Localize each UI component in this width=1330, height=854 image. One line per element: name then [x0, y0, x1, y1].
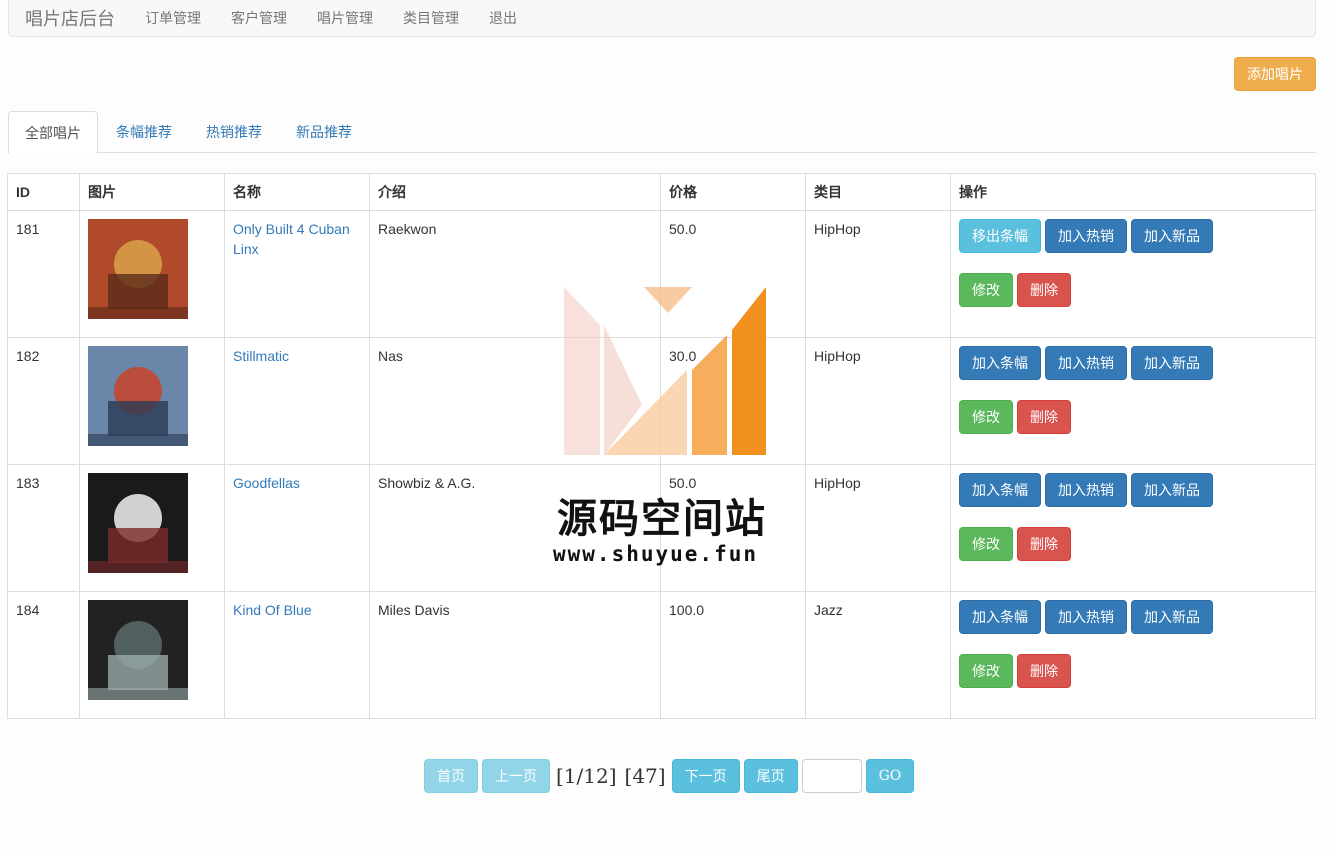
add-hot-button[interactable]: 加入热销 — [1045, 346, 1127, 380]
cell-name: Only Built 4 Cuban Linx — [224, 210, 370, 338]
first-page-button[interactable]: 首页 — [424, 759, 478, 793]
header-category: 类目 — [805, 173, 951, 211]
cell-name: Goodfellas — [224, 464, 370, 592]
record-name-link[interactable]: Stillmatic — [233, 348, 289, 364]
record-name-link[interactable]: Kind Of Blue — [233, 602, 312, 618]
cell-category: HipHop — [805, 210, 951, 338]
table-row: 184 Kind Of Blue Miles Davis 100.0 Jazz … — [7, 591, 1316, 719]
page-number-input[interactable] — [801, 759, 862, 793]
go-button[interactable]: GO — [865, 759, 915, 793]
total-count: [47] — [624, 764, 666, 788]
records-table: ID 图片 名称 介绍 价格 类目 操作 181 Only Built 4 Cu… — [7, 173, 1316, 719]
header-name: 名称 — [224, 173, 370, 211]
prev-page-button[interactable]: 上一页 — [482, 759, 550, 793]
record-name-link[interactable]: Only Built 4 Cuban Linx — [233, 221, 350, 257]
cell-name: Stillmatic — [224, 337, 370, 465]
action-buttons: 加入条幅 加入热销 加入新品修改 删除 — [959, 473, 1229, 561]
brand-title[interactable]: 唱片店后台 — [9, 5, 129, 31]
cell-intro: Nas — [369, 337, 661, 465]
nav-link-logout[interactable]: 退出 — [489, 8, 517, 28]
tab-all-records[interactable]: 全部唱片 — [8, 111, 98, 154]
edit-button[interactable]: 修改 — [959, 527, 1013, 561]
next-page-button[interactable]: 下一页 — [671, 759, 740, 793]
header-intro: 介绍 — [369, 173, 661, 211]
header-price: 价格 — [660, 173, 806, 211]
cell-id: 183 — [7, 464, 80, 592]
add-new-button[interactable]: 加入新品 — [1131, 473, 1213, 507]
add-record-button[interactable]: 添加唱片 — [1234, 57, 1316, 91]
cell-intro: Raekwon — [369, 210, 661, 338]
album-cover-image — [88, 219, 188, 319]
album-cover-image — [88, 600, 188, 700]
edit-button[interactable]: 修改 — [959, 654, 1013, 688]
cell-intro: Miles Davis — [369, 591, 661, 719]
cell-price: 50.0 — [660, 210, 806, 338]
table-row: 181 Only Built 4 Cuban Linx Raekwon 50.0… — [7, 210, 1316, 338]
add-hot-button[interactable]: 加入热销 — [1045, 600, 1127, 634]
filter-tabs: 全部唱片 条幅推荐 热销推荐 新品推荐 — [8, 111, 1316, 154]
watermark-url: www.shuyue.fun — [553, 542, 759, 566]
add-hot-button[interactable]: 加入热销 — [1045, 219, 1127, 253]
action-buttons: 加入条幅 加入热销 加入新品修改 删除 — [959, 600, 1229, 688]
record-name-link[interactable]: Goodfellas — [233, 475, 300, 491]
cell-actions: 加入条幅 加入热销 加入新品修改 删除 — [950, 464, 1316, 592]
nav-link-categories[interactable]: 类目管理 — [403, 8, 459, 28]
tab-new-recommend[interactable]: 新品推荐 — [280, 111, 368, 153]
add-hot-button[interactable]: 加入热销 — [1045, 473, 1127, 507]
cell-name: Kind Of Blue — [224, 591, 370, 719]
album-cover-image — [88, 473, 188, 573]
banner-toggle-button[interactable]: 加入条幅 — [959, 600, 1041, 634]
pagination: 首页 上一页 [1/12] [47] 下一页 尾页 GO — [424, 759, 915, 793]
add-new-button[interactable]: 加入新品 — [1131, 219, 1213, 253]
cell-price: 30.0 — [660, 337, 806, 465]
cell-actions: 加入条幅 加入热销 加入新品修改 删除 — [950, 591, 1316, 719]
cell-price: 100.0 — [660, 591, 806, 719]
watermark-text: 源码空间站 — [557, 497, 767, 541]
cell-image — [79, 464, 225, 592]
cell-actions: 加入条幅 加入热销 加入新品修改 删除 — [950, 337, 1316, 465]
cell-category: Jazz — [805, 591, 951, 719]
nav-link-records[interactable]: 唱片管理 — [317, 8, 373, 28]
cell-id: 182 — [7, 337, 80, 465]
cell-category: HipHop — [805, 337, 951, 465]
cell-image — [79, 337, 225, 465]
album-cover-image — [88, 346, 188, 446]
banner-toggle-button[interactable]: 加入条幅 — [959, 473, 1041, 507]
cell-id: 181 — [7, 210, 80, 338]
table-row: 182 Stillmatic Nas 30.0 HipHop 加入条幅 加入热销加… — [7, 337, 1316, 465]
cell-image — [79, 210, 225, 338]
tab-hot-recommend[interactable]: 热销推荐 — [190, 111, 278, 153]
header-image: 图片 — [79, 173, 225, 211]
delete-button[interactable]: 删除 — [1017, 273, 1071, 307]
tab-banner-recommend[interactable]: 条幅推荐 — [100, 111, 188, 153]
table-header-row: ID 图片 名称 介绍 价格 类目 操作 — [7, 173, 1316, 211]
nav-link-orders[interactable]: 订单管理 — [145, 8, 201, 28]
delete-button[interactable]: 删除 — [1017, 400, 1071, 434]
cell-category: HipHop — [805, 464, 951, 592]
last-page-button[interactable]: 尾页 — [743, 759, 798, 793]
header-id: ID — [7, 173, 80, 211]
cell-actions: 移出条幅 加入热销 加入新品修改 删除 — [950, 210, 1316, 338]
add-new-button[interactable]: 加入新品 — [1131, 600, 1213, 634]
cell-id: 184 — [7, 591, 80, 719]
banner-toggle-button[interactable]: 加入条幅 — [959, 346, 1041, 380]
delete-button[interactable]: 删除 — [1017, 527, 1071, 561]
top-navbar: 唱片店后台 订单管理 客户管理 唱片管理 类目管理 退出 — [8, 0, 1316, 37]
banner-toggle-button[interactable]: 移出条幅 — [959, 219, 1041, 253]
cell-image — [79, 591, 225, 719]
add-new-button[interactable]: 加入新品 — [1131, 346, 1213, 380]
action-buttons: 移出条幅 加入热销 加入新品修改 删除 — [959, 219, 1229, 307]
header-actions: 操作 — [950, 173, 1316, 211]
page-indicator: [1/12] — [556, 764, 617, 788]
edit-button[interactable]: 修改 — [959, 400, 1013, 434]
nav-link-customers[interactable]: 客户管理 — [231, 8, 287, 28]
edit-button[interactable]: 修改 — [959, 273, 1013, 307]
delete-button[interactable]: 删除 — [1017, 654, 1071, 688]
action-buttons: 加入条幅 加入热销 加入新品修改 删除 — [959, 346, 1229, 434]
